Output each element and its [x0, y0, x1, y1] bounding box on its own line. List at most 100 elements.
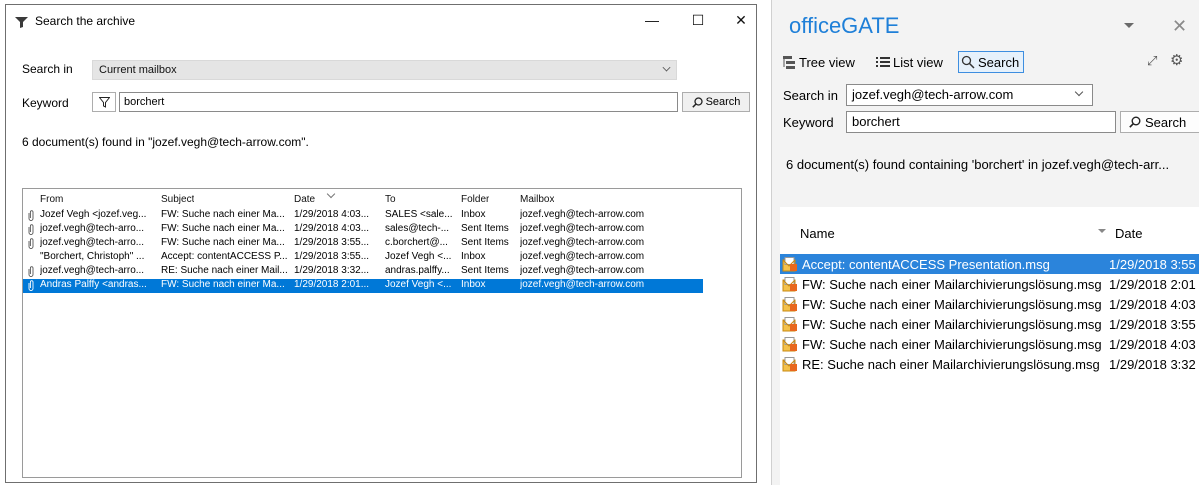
search-icon: [691, 96, 703, 108]
list-item[interactable]: Accept: contentACCESS Presentation.msg 1/…: [780, 254, 1199, 274]
panel-title: officeGATE: [789, 13, 900, 38]
list-item[interactable]: FW: Suche nach einer Mailarchivierungslö…: [780, 334, 1199, 354]
search-icon: [1129, 116, 1141, 128]
panel-search-button[interactable]: Search: [1120, 111, 1199, 133]
col-mailbox[interactable]: Mailbox: [520, 194, 554, 205]
filter-icon: [98, 96, 110, 108]
list-view-icon: [876, 57, 890, 67]
search-icon: [961, 55, 975, 69]
cell-mailbox: jozef.vegh@tech-arrow.com: [520, 265, 645, 276]
keyword-input[interactable]: borchert: [119, 92, 678, 112]
col-to[interactable]: To: [385, 194, 396, 205]
cell-subject: RE: Suche nach einer Mail...: [161, 265, 288, 276]
search-tab-button[interactable]: Search: [958, 51, 1025, 73]
list-view-label: List view: [893, 54, 943, 70]
col-subject[interactable]: Subject: [161, 194, 194, 205]
list-view-button[interactable]: List view: [876, 51, 943, 73]
search-in-label: Search in: [22, 62, 73, 76]
table-row[interactable]: jozef.vegh@tech-arro... RE: Suche nach ei…: [23, 265, 703, 279]
cell-date: 1/29/2018 3:55...: [294, 251, 370, 262]
panel-results-list[interactable]: Name Date Accept: contentACCESS Presenta…: [780, 207, 1199, 485]
item-name: FW: Suche nach einer Mailarchivierungslö…: [802, 317, 1102, 332]
panel-search-in-value: jozef.vegh@tech-arrow.com: [852, 87, 1014, 102]
panel-keyword-value: borchert: [852, 114, 900, 129]
results-grid[interactable]: From Subject Date To Folder Mailbox Joze…: [22, 188, 742, 478]
search-archive-dialog: Search the archive — ☐ ✕ Search in Curre…: [5, 4, 757, 483]
cell-subject: FW: Suche nach einer Ma...: [161, 209, 285, 220]
table-row[interactable]: jozef.vegh@tech-arro... FW: Suche nach ei…: [23, 237, 703, 251]
cell-from: jozef.vegh@tech-arro...: [40, 223, 145, 234]
officegate-panel: officeGATE ✕ Tree view List view Search …: [771, 0, 1199, 485]
attachment-icon: [28, 238, 34, 252]
search-button-label: Search: [705, 96, 741, 108]
sort-down-icon: [1098, 229, 1106, 233]
cell-from: jozef.vegh@tech-arro...: [40, 237, 145, 248]
cell-to: sales@tech-...: [385, 223, 450, 234]
panel-keyword-input[interactable]: borchert: [846, 111, 1116, 133]
dialog-title: Search the archive: [35, 14, 136, 28]
search-button[interactable]: Search: [682, 92, 750, 112]
search-in-value: Current mailbox: [99, 64, 177, 76]
mail-message-icon: [782, 317, 798, 335]
col-folder[interactable]: Folder: [461, 194, 489, 205]
cell-date: 1/29/2018 4:03...: [294, 209, 370, 220]
list-item[interactable]: FW: Suche nach einer Mailarchivierungslö…: [780, 294, 1199, 314]
list-item[interactable]: RE: Suche nach einer Mailarchivierungslö…: [780, 354, 1199, 374]
cell-from: Jozef Vegh <jozef.veg...: [40, 209, 147, 220]
close-button[interactable]: ✕: [718, 5, 764, 35]
item-date: 1/29/2018 3:55: [1109, 317, 1196, 332]
item-date: 1/29/2018 3:55: [1109, 257, 1196, 272]
item-date: 1/29/2018 2:01: [1109, 277, 1196, 292]
pin-icon[interactable]: ⤢: [1147, 53, 1157, 69]
table-row[interactable]: jozef.vegh@tech-arro... FW: Suche nach ei…: [23, 223, 703, 237]
item-name: Accept: contentACCESS Presentation.msg: [802, 257, 1050, 272]
panel-col-name[interactable]: Name: [800, 226, 835, 241]
filter-button[interactable]: [92, 92, 116, 112]
table-row[interactable]: "Borchert, Christoph" ... Accept: content…: [23, 251, 703, 265]
chevron-down-icon: [1074, 87, 1084, 97]
list-item[interactable]: FW: Suche nach einer Mailarchivierungslö…: [780, 274, 1199, 294]
keyword-label: Keyword: [22, 96, 69, 110]
panel-search-in-dropdown[interactable]: jozef.vegh@tech-arrow.com: [846, 84, 1093, 106]
maximize-icon: ☐: [691, 11, 705, 28]
list-item[interactable]: FW: Suche nach einer Mailarchivierungslö…: [780, 314, 1199, 334]
grid-header: From Subject Date To Folder Mailbox: [23, 189, 703, 208]
cell-to: c.borchert@...: [385, 237, 448, 248]
cell-subject: Accept: contentACCESS P...: [161, 251, 288, 262]
col-date[interactable]: Date: [294, 194, 315, 205]
dialog-titlebar: Search the archive — ☐ ✕: [6, 5, 756, 35]
item-date: 1/29/2018 3:32: [1109, 357, 1196, 372]
table-row[interactable]: Andras Palffy <andras... FW: Suche nach e…: [23, 279, 703, 293]
maximize-button[interactable]: ☐: [675, 5, 721, 35]
cell-to: andras.palffy...: [385, 265, 450, 276]
gear-icon[interactable]: ⚙: [1170, 51, 1183, 69]
panel-keyword-label: Keyword: [783, 115, 834, 130]
attachment-icon: [28, 224, 34, 238]
minimize-button[interactable]: —: [629, 5, 675, 35]
panel-close-icon[interactable]: ✕: [1172, 16, 1187, 37]
tree-view-icon: [783, 56, 795, 69]
cell-folder: Inbox: [461, 279, 486, 290]
cell-subject: FW: Suche nach einer Ma...: [161, 223, 285, 234]
panel-menu-dropdown-icon[interactable]: [1124, 23, 1134, 28]
table-row[interactable]: Jozef Vegh <jozef.veg... FW: Suche nach e…: [23, 209, 703, 223]
item-name: FW: Suche nach einer Mailarchivierungslö…: [802, 297, 1102, 312]
search-in-dropdown[interactable]: Current mailbox: [92, 60, 677, 80]
cell-mailbox: jozef.vegh@tech-arrow.com: [520, 209, 645, 220]
col-from[interactable]: From: [40, 194, 63, 205]
item-date: 1/29/2018 4:03: [1109, 337, 1196, 352]
close-icon: ✕: [735, 11, 747, 28]
cell-date: 1/29/2018 2:01...: [294, 279, 370, 290]
cell-subject: FW: Suche nach einer Ma...: [161, 279, 285, 290]
panel-search-in-label: Search in: [783, 88, 838, 103]
tree-view-button[interactable]: Tree view: [782, 51, 855, 73]
search-tab-label: Search: [978, 54, 1020, 70]
cell-subject: FW: Suche nach einer Ma...: [161, 237, 285, 248]
cell-mailbox: jozef.vegh@tech-arrow.com: [520, 223, 645, 234]
cell-folder: Sent Items: [461, 223, 509, 234]
attachment-icon: [28, 210, 34, 224]
attachment-icon: [28, 266, 34, 280]
cell-mailbox: jozef.vegh@tech-arrow.com: [520, 251, 645, 262]
panel-col-date[interactable]: Date: [1115, 226, 1142, 241]
panel-result-count: 6 document(s) found containing 'borchert…: [786, 157, 1170, 172]
